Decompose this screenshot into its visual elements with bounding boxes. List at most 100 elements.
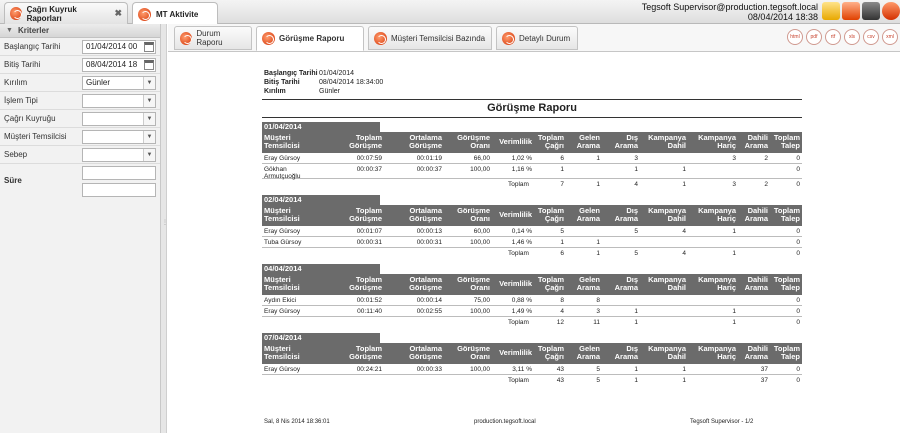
report-tab-bar: Durum Raporu Görüşme Raporu Müşteri Tems… bbox=[168, 24, 900, 52]
field-label: Başlangıç Tarihi bbox=[4, 42, 61, 51]
table-row: Eray Gürsoy 00:07:59 00:01:19 66,00 1,02 % 6 1… bbox=[262, 153, 802, 164]
footer-page-info: Tegsoft Supervisor - 1/2 bbox=[690, 419, 754, 425]
field-label: İşlem Tipi bbox=[4, 96, 38, 105]
export-csv-icon[interactable]: csv bbox=[863, 29, 879, 45]
app-tab-mt-activity[interactable]: MT Aktivite bbox=[132, 2, 218, 25]
table-cell: 0 bbox=[796, 155, 800, 162]
chevron-down-icon[interactable]: ▼ bbox=[143, 94, 155, 107]
start-date-input[interactable]: 01/04/2014 00 bbox=[82, 39, 156, 54]
total-cell: 3 bbox=[732, 181, 736, 188]
export-html-icon[interactable]: html bbox=[787, 29, 803, 45]
tab-label: Müşteri Temsilcisi Bazında bbox=[391, 33, 486, 43]
tab-agent-based[interactable]: Müşteri Temsilcisi Bazında bbox=[368, 26, 492, 50]
group-date: 01/04/2014 bbox=[262, 122, 380, 132]
total-cell: 12 bbox=[556, 319, 564, 326]
column-header: Kampanya Hariç bbox=[698, 275, 736, 292]
tab-label: Detaylı Durum bbox=[519, 33, 571, 43]
column-header: Dahili Arama bbox=[744, 133, 768, 150]
table-cell: Eray Gürsoy bbox=[264, 155, 301, 162]
calendar-icon[interactable] bbox=[144, 59, 154, 70]
total-row: Toplam 12 11 1 1 0 bbox=[262, 317, 802, 328]
table-cell: 1 bbox=[682, 166, 686, 173]
total-cell: 2 bbox=[764, 181, 768, 188]
field-end-date: Bitiş Tarihi 08/04/2014 18 bbox=[0, 56, 160, 74]
call-queue-select[interactable]: ▼ bbox=[82, 111, 156, 126]
report-group: 07/04/2014 Müşteri Temsilcisi Toplam Görüş… bbox=[262, 333, 802, 386]
display-icon[interactable] bbox=[862, 2, 880, 20]
column-header: Gelen Arama bbox=[576, 275, 600, 292]
field-value: 01/04/2014 00 bbox=[86, 42, 138, 51]
chevron-down-icon[interactable]: ▼ bbox=[143, 76, 155, 89]
column-header: Kampanya Hariç bbox=[698, 344, 736, 361]
total-cell: 6 bbox=[560, 250, 564, 257]
chevron-down-icon[interactable]: ▼ bbox=[143, 112, 155, 125]
column-header: Müşteri Temsilcisi bbox=[264, 344, 300, 361]
column-header: Dahili Arama bbox=[744, 275, 768, 292]
table-header: Müşteri Temsilcisi Toplam Görüşme Ortalama… bbox=[262, 132, 802, 153]
column-header: Toplam Görüşme bbox=[349, 133, 382, 150]
chevron-down-icon[interactable]: ▼ bbox=[143, 130, 155, 143]
table-cell: 6 bbox=[560, 155, 564, 162]
table-cell: Tuba Gürsoy bbox=[264, 239, 302, 246]
export-rtf-icon[interactable]: rtf bbox=[825, 29, 841, 45]
column-header: Gelen Arama bbox=[576, 133, 600, 150]
divider bbox=[262, 99, 802, 100]
tab-status-report[interactable]: Durum Raporu bbox=[174, 26, 252, 50]
tab-call-report[interactable]: Görüşme Raporu bbox=[256, 26, 364, 51]
settings-icon[interactable] bbox=[822, 2, 840, 20]
column-header: Kampanya Dahil bbox=[648, 206, 686, 223]
table-cell: 0 bbox=[796, 308, 800, 315]
table-cell: 00:00:33 bbox=[416, 366, 442, 373]
duration-max-input[interactable] bbox=[82, 183, 156, 197]
table-cell: Gökhan Armutçuoğlu bbox=[264, 166, 301, 180]
reason-select[interactable]: ▼ bbox=[82, 147, 156, 162]
panel-splitter[interactable]: ⋮ bbox=[161, 24, 168, 433]
criteria-header[interactable]: ▼ Kriterler bbox=[0, 24, 160, 38]
tab-label: Görüşme Raporu bbox=[279, 34, 345, 43]
user-datetime: 08/04/2014 18:38 bbox=[747, 12, 818, 22]
column-header: Gelen Arama bbox=[576, 344, 600, 361]
total-label: Toplam bbox=[508, 319, 529, 326]
table-cell: 5 bbox=[596, 366, 600, 373]
total-label: Toplam bbox=[508, 377, 529, 384]
logout-icon[interactable] bbox=[882, 2, 900, 20]
table-cell: 3,11 % bbox=[512, 366, 532, 373]
param-value: 01/04/2014 bbox=[319, 70, 355, 77]
close-icon[interactable]: ✖ bbox=[114, 8, 122, 19]
total-cell: 0 bbox=[796, 250, 800, 257]
tab-detailed-status[interactable]: Detaylı Durum bbox=[496, 26, 578, 50]
calendar-icon[interactable] bbox=[144, 41, 154, 52]
operation-type-select[interactable]: ▼ bbox=[82, 93, 156, 108]
field-label: Müşteri Temsilcisi bbox=[4, 132, 67, 141]
chevron-down-icon[interactable]: ▼ bbox=[143, 148, 155, 161]
table-cell: 4 bbox=[682, 228, 686, 235]
column-header: Toplam Görüşme bbox=[349, 206, 382, 223]
monitor-icon[interactable] bbox=[842, 2, 860, 20]
export-xls-icon[interactable]: xls bbox=[844, 29, 860, 45]
breakdown-select[interactable]: Günler ▼ bbox=[82, 75, 156, 90]
end-date-input[interactable]: 08/04/2014 18 bbox=[82, 57, 156, 72]
table-cell: 00:07:59 bbox=[356, 155, 382, 162]
field-operation-type: İşlem Tipi ▼ bbox=[0, 92, 160, 110]
duration-min-input[interactable] bbox=[82, 166, 156, 180]
export-pdf-icon[interactable]: pdf bbox=[806, 29, 822, 45]
export-xml-icon[interactable]: xml bbox=[882, 29, 898, 45]
total-cell: 11 bbox=[593, 319, 600, 326]
column-header: Kampanya Hariç bbox=[698, 206, 736, 223]
param-label: Başlangıç Tarihi bbox=[264, 70, 318, 77]
app-tab-call-queue-reports[interactable]: Çağrı Kuyruk Raporları ✖ bbox=[4, 2, 128, 24]
footer-server: production.tegsoft.local bbox=[474, 419, 536, 425]
column-header: Müşteri Temsilcisi bbox=[264, 206, 300, 223]
table-row: Eray Gürsoy 00:24:21 00:00:33 100,00 3,11 % 4… bbox=[262, 364, 802, 375]
column-header: Toplam Çağrı bbox=[537, 206, 564, 223]
column-header: Dış Arama bbox=[614, 133, 638, 150]
total-cell: 5 bbox=[596, 377, 600, 384]
agent-select[interactable]: ▼ bbox=[82, 129, 156, 144]
column-header: Verimlilik bbox=[499, 348, 532, 357]
table-cell: 1 bbox=[634, 366, 638, 373]
column-header: Dış Arama bbox=[614, 206, 638, 223]
field-label: Bitiş Tarihi bbox=[4, 60, 41, 69]
total-cell: 1 bbox=[732, 250, 736, 257]
field-value: Günler bbox=[86, 78, 111, 87]
report-parameters: Başlangıç Tarihi01/04/2014 Bitiş Tarihi 0… bbox=[264, 69, 383, 96]
